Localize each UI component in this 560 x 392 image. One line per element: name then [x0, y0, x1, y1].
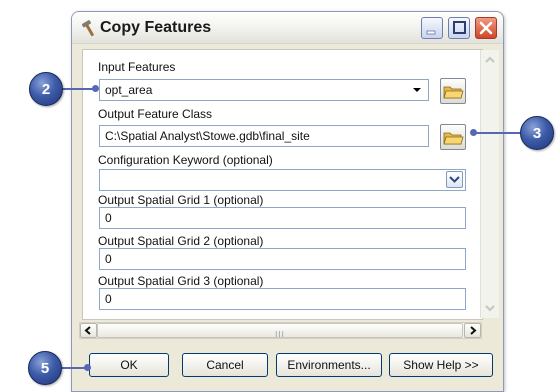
chevron-down-icon: [413, 88, 421, 92]
callout-5: 5: [28, 351, 62, 385]
grid3-label: Output Spatial Grid 3 (optional): [98, 274, 264, 288]
chevron-down-icon: [449, 176, 460, 183]
grid2-input[interactable]: 0: [99, 248, 466, 270]
callout-3: 3: [520, 116, 554, 150]
chevron-down-icon: [485, 305, 495, 312]
output-feature-class-value: C:\Spatial Analyst\Stowe.gdb\final_site: [105, 129, 310, 143]
output-feature-class-label: Output Feature Class: [98, 107, 213, 121]
environments-button[interactable]: Environments...: [276, 353, 382, 377]
minimize-icon: [426, 30, 436, 35]
show-help-button[interactable]: Show Help >>: [389, 353, 493, 377]
callout-3-leader-dot: [470, 129, 477, 136]
cancel-button[interactable]: Cancel: [182, 353, 268, 377]
horizontal-scrollbar[interactable]: III: [79, 322, 482, 339]
close-icon: [479, 21, 493, 35]
grid1-input[interactable]: 0: [99, 207, 466, 229]
minimize-button[interactable]: [421, 17, 443, 39]
scroll-up-button[interactable]: [482, 52, 498, 68]
grid2-value: 0: [105, 252, 112, 266]
config-keyword-dropdown[interactable]: [99, 169, 466, 191]
callout-3-leader: [474, 132, 520, 134]
grid1-label: Output Spatial Grid 1 (optional): [98, 193, 264, 207]
maximize-icon: [453, 21, 466, 34]
output-feature-class-input[interactable]: C:\Spatial Analyst\Stowe.gdb\final_site: [99, 125, 429, 147]
input-features-label: Input Features: [98, 60, 176, 74]
input-features-value: opt_area: [105, 83, 153, 97]
config-keyword-label: Configuration Keyword (optional): [98, 153, 273, 167]
grid2-label: Output Spatial Grid 2 (optional): [98, 234, 264, 248]
callout-2-leader-dot: [92, 85, 99, 92]
input-features-dropdown-arrow[interactable]: [408, 81, 426, 99]
scroll-left-button[interactable]: [80, 323, 97, 338]
callout-2: 2: [29, 72, 63, 106]
callout-5-leader-dot: [84, 364, 91, 371]
input-features-dropdown[interactable]: opt_area: [99, 79, 429, 101]
chevron-left-icon: [84, 326, 91, 335]
scroll-right-button[interactable]: [464, 323, 481, 338]
vertical-scrollbar[interactable]: [480, 50, 499, 318]
grid1-value: 0: [105, 211, 112, 225]
chevron-right-icon: [470, 326, 477, 335]
hammer-icon: [81, 20, 94, 37]
ok-button[interactable]: OK: [89, 353, 169, 377]
output-feature-class-browse-button[interactable]: [440, 124, 466, 150]
horizontal-scroll-thumb[interactable]: III: [97, 323, 463, 339]
maximize-button[interactable]: [448, 17, 470, 39]
config-keyword-dropdown-arrow[interactable]: [446, 171, 463, 188]
scroll-thumb-grip: III: [275, 330, 285, 339]
window-title: Copy Features: [100, 19, 212, 36]
grid3-input[interactable]: 0: [99, 288, 466, 310]
close-button[interactable]: [475, 17, 497, 39]
grid3-value: 0: [105, 292, 112, 306]
folder-icon: [443, 132, 464, 145]
scroll-down-button[interactable]: [482, 300, 498, 316]
folder-icon: [443, 86, 464, 99]
callout-2-leader: [62, 88, 95, 90]
input-features-browse-button[interactable]: [440, 78, 466, 104]
chevron-up-icon: [485, 56, 495, 63]
